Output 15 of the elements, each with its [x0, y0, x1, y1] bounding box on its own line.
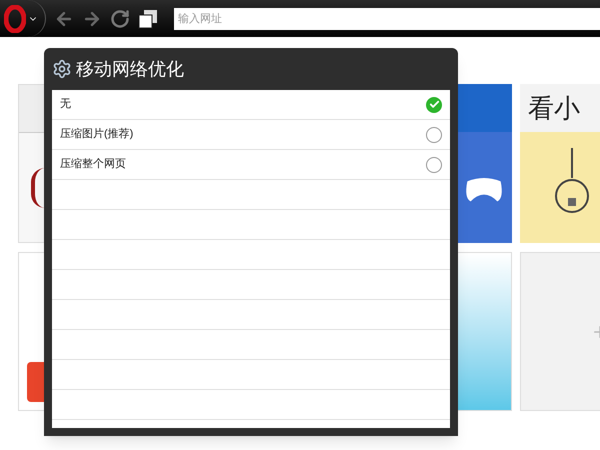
dialog-title: 移动网络优化 — [76, 58, 184, 80]
option-item[interactable]: 压缩整个网页 — [52, 150, 450, 180]
address-field[interactable]: 输入网址 — [174, 8, 600, 30]
radio-button[interactable] — [426, 126, 442, 142]
tabs-icon[interactable] — [138, 8, 158, 28]
tile-title: 看小 — [528, 92, 580, 124]
option-item[interactable]: 压缩图片(推荐) — [52, 120, 450, 150]
settings-icon — [52, 59, 72, 79]
reload-icon[interactable] — [110, 8, 130, 28]
check-icon — [428, 99, 440, 110]
radio-selected[interactable] — [426, 96, 442, 112]
speed-dial-tile[interactable]: 看小 — [520, 84, 600, 243]
option-item[interactable]: 无 — [52, 90, 450, 120]
logo-icon — [4, 4, 26, 32]
radio-button[interactable] — [426, 156, 442, 172]
